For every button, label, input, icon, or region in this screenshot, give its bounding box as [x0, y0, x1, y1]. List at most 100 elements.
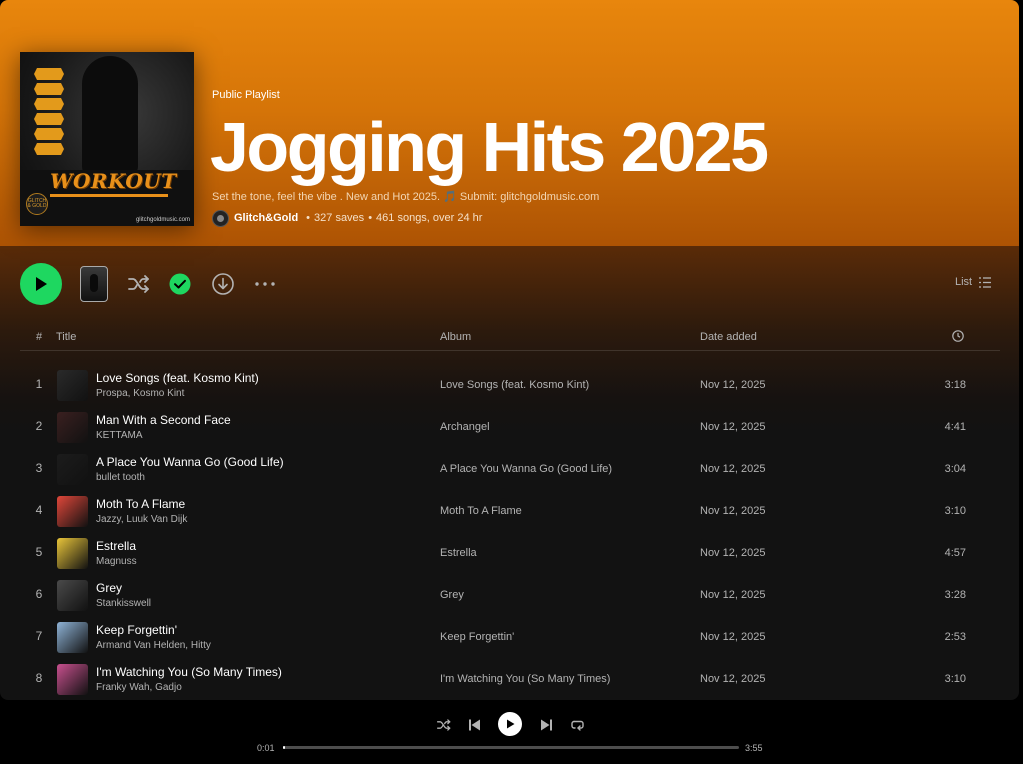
playlist-type: Public Playlist — [212, 89, 280, 101]
saved-button[interactable] — [168, 272, 192, 296]
cover-logo-seal: GLITCH & GOLD — [26, 193, 48, 215]
table-row[interactable]: 6 Grey Stankisswell Grey Nov 12, 2025 3:… — [20, 574, 1000, 616]
track-cover — [57, 370, 88, 401]
view-label: List — [955, 276, 973, 288]
clock-icon — [952, 330, 964, 342]
track-title[interactable]: I'm Watching You (So Many Times) — [96, 665, 282, 679]
track-duration: 2:53 — [944, 631, 966, 643]
track-artist[interactable]: KETTAMA — [96, 430, 142, 441]
songs-count: 461 songs, over 24 hr — [376, 212, 483, 224]
track-number: 4 — [35, 503, 43, 517]
track-number: 7 — [35, 629, 43, 643]
track-artist[interactable]: Stankisswell — [96, 598, 151, 609]
shuffle-button[interactable] — [127, 272, 151, 296]
track-number: 3 — [35, 461, 43, 475]
table-row[interactable]: 4 Moth To A Flame Jazzy, Luuk Van Dijk M… — [20, 490, 1000, 532]
track-artist[interactable]: Franky Wah, Gadjo — [96, 682, 182, 693]
track-date-added: Nov 12, 2025 — [700, 463, 766, 475]
list-icon — [979, 276, 992, 288]
next-button[interactable] — [539, 714, 553, 736]
track-cover — [57, 538, 88, 569]
header-album[interactable]: Album — [440, 331, 471, 343]
track-artist[interactable]: Magnuss — [96, 556, 137, 567]
track-album[interactable]: Moth To A Flame — [440, 505, 522, 517]
track-album[interactable]: I'm Watching You (So Many Times) — [440, 673, 610, 685]
cover-hex-pattern — [34, 68, 68, 158]
download-button[interactable] — [211, 272, 235, 296]
playlist-description: Set the tone, feel the vibe . New and Ho… — [212, 191, 600, 203]
track-title[interactable]: Moth To A Flame — [96, 497, 185, 511]
skip-back-icon — [468, 719, 480, 731]
track-cover — [57, 412, 88, 443]
table-row[interactable]: 2 Man With a Second Face KETTAMA Archang… — [20, 406, 1000, 448]
view-toggle[interactable]: List — [955, 276, 992, 288]
track-date-added: Nov 12, 2025 — [700, 505, 766, 517]
table-row[interactable]: 1 Love Songs (feat. Kosmo Kint) Prospa, … — [20, 364, 1000, 406]
track-artist[interactable]: Prospa, Kosmo Kint — [96, 388, 184, 399]
track-artist[interactable]: Jazzy, Luuk Van Dijk — [96, 514, 187, 525]
track-title[interactable]: Love Songs (feat. Kosmo Kint) — [96, 371, 259, 385]
play-button[interactable] — [20, 263, 62, 305]
track-date-added: Nov 12, 2025 — [700, 547, 766, 559]
track-artist[interactable]: Armand Van Helden, Hitty — [96, 640, 211, 651]
track-album[interactable]: Love Songs (feat. Kosmo Kint) — [440, 379, 589, 391]
shuffle-icon — [128, 275, 149, 293]
saves-count: 327 saves — [314, 212, 365, 224]
playlist-cover[interactable]: WORKOUT GLITCH & GOLD glitchgoldmusic.co… — [20, 52, 194, 226]
track-title[interactable]: A Place You Wanna Go (Good Life) — [96, 455, 284, 469]
check-circle-icon — [169, 273, 191, 295]
progress-fill — [283, 746, 285, 749]
owner-link[interactable]: Glitch&Gold — [234, 212, 298, 224]
preview-cover-button[interactable] — [80, 266, 108, 302]
track-cover — [57, 454, 88, 485]
track-album[interactable]: Estrella — [440, 547, 477, 559]
track-duration: 4:41 — [944, 421, 966, 433]
track-title[interactable]: Keep Forgettin' — [96, 623, 177, 637]
page-title: Jogging Hits 2025 — [210, 108, 769, 186]
track-date-added: Nov 12, 2025 — [700, 379, 766, 391]
table-row[interactable]: 5 Estrella Magnuss Estrella Nov 12, 2025… — [20, 532, 1000, 574]
track-duration: 4:57 — [944, 547, 966, 559]
track-album[interactable]: Keep Forgettin' — [440, 631, 514, 643]
track-duration: 3:10 — [944, 673, 966, 685]
track-album[interactable]: Archangel — [440, 421, 490, 433]
track-date-added: Nov 12, 2025 — [700, 589, 766, 601]
track-album[interactable]: Grey — [440, 589, 464, 601]
total-time: 3:55 — [745, 743, 763, 753]
track-title[interactable]: Man With a Second Face — [96, 413, 231, 427]
header-num: # — [36, 331, 43, 343]
track-duration: 3:28 — [944, 589, 966, 601]
track-number: 1 — [35, 377, 43, 391]
table-row[interactable]: 3 A Place You Wanna Go (Good Life) bulle… — [20, 448, 1000, 490]
more-options-button[interactable] — [253, 272, 277, 296]
track-title[interactable]: Grey — [96, 581, 122, 595]
header-duration[interactable] — [952, 330, 964, 345]
header-title[interactable]: Title — [56, 331, 76, 343]
avatar[interactable] — [212, 209, 229, 227]
track-title[interactable]: Estrella — [96, 539, 136, 553]
player-shuffle-button[interactable] — [436, 714, 452, 736]
track-artist[interactable]: bullet tooth — [96, 472, 145, 483]
track-duration: 3:04 — [944, 463, 966, 475]
track-cover — [57, 580, 88, 611]
download-icon — [212, 273, 234, 295]
track-number: 2 — [35, 419, 43, 433]
track-album[interactable]: A Place You Wanna Go (Good Life) — [440, 463, 612, 475]
track-cover — [57, 496, 88, 527]
table-row[interactable]: 8 I'm Watching You (So Many Times) Frank… — [20, 658, 1000, 700]
playlist-meta: Glitch&Gold • 327 saves • 461 songs, ove… — [212, 209, 482, 227]
progress-bar[interactable] — [283, 746, 739, 749]
current-time: 0:01 — [257, 743, 275, 753]
track-duration: 3:10 — [944, 505, 966, 517]
cover-workout-text: WORKOUT — [50, 169, 177, 193]
player-play-button[interactable] — [498, 712, 522, 736]
table-row[interactable]: 7 Keep Forgettin' Armand Van Helden, Hit… — [20, 616, 1000, 658]
repeat-button[interactable] — [569, 714, 585, 736]
tracklist: 1 Love Songs (feat. Kosmo Kint) Prospa, … — [20, 364, 1000, 700]
more-icon — [255, 282, 275, 286]
previous-button[interactable] — [467, 714, 481, 736]
header-date-added[interactable]: Date added — [700, 331, 757, 343]
track-date-added: Nov 12, 2025 — [700, 421, 766, 433]
track-cover — [57, 664, 88, 695]
cover-figure — [82, 56, 138, 176]
